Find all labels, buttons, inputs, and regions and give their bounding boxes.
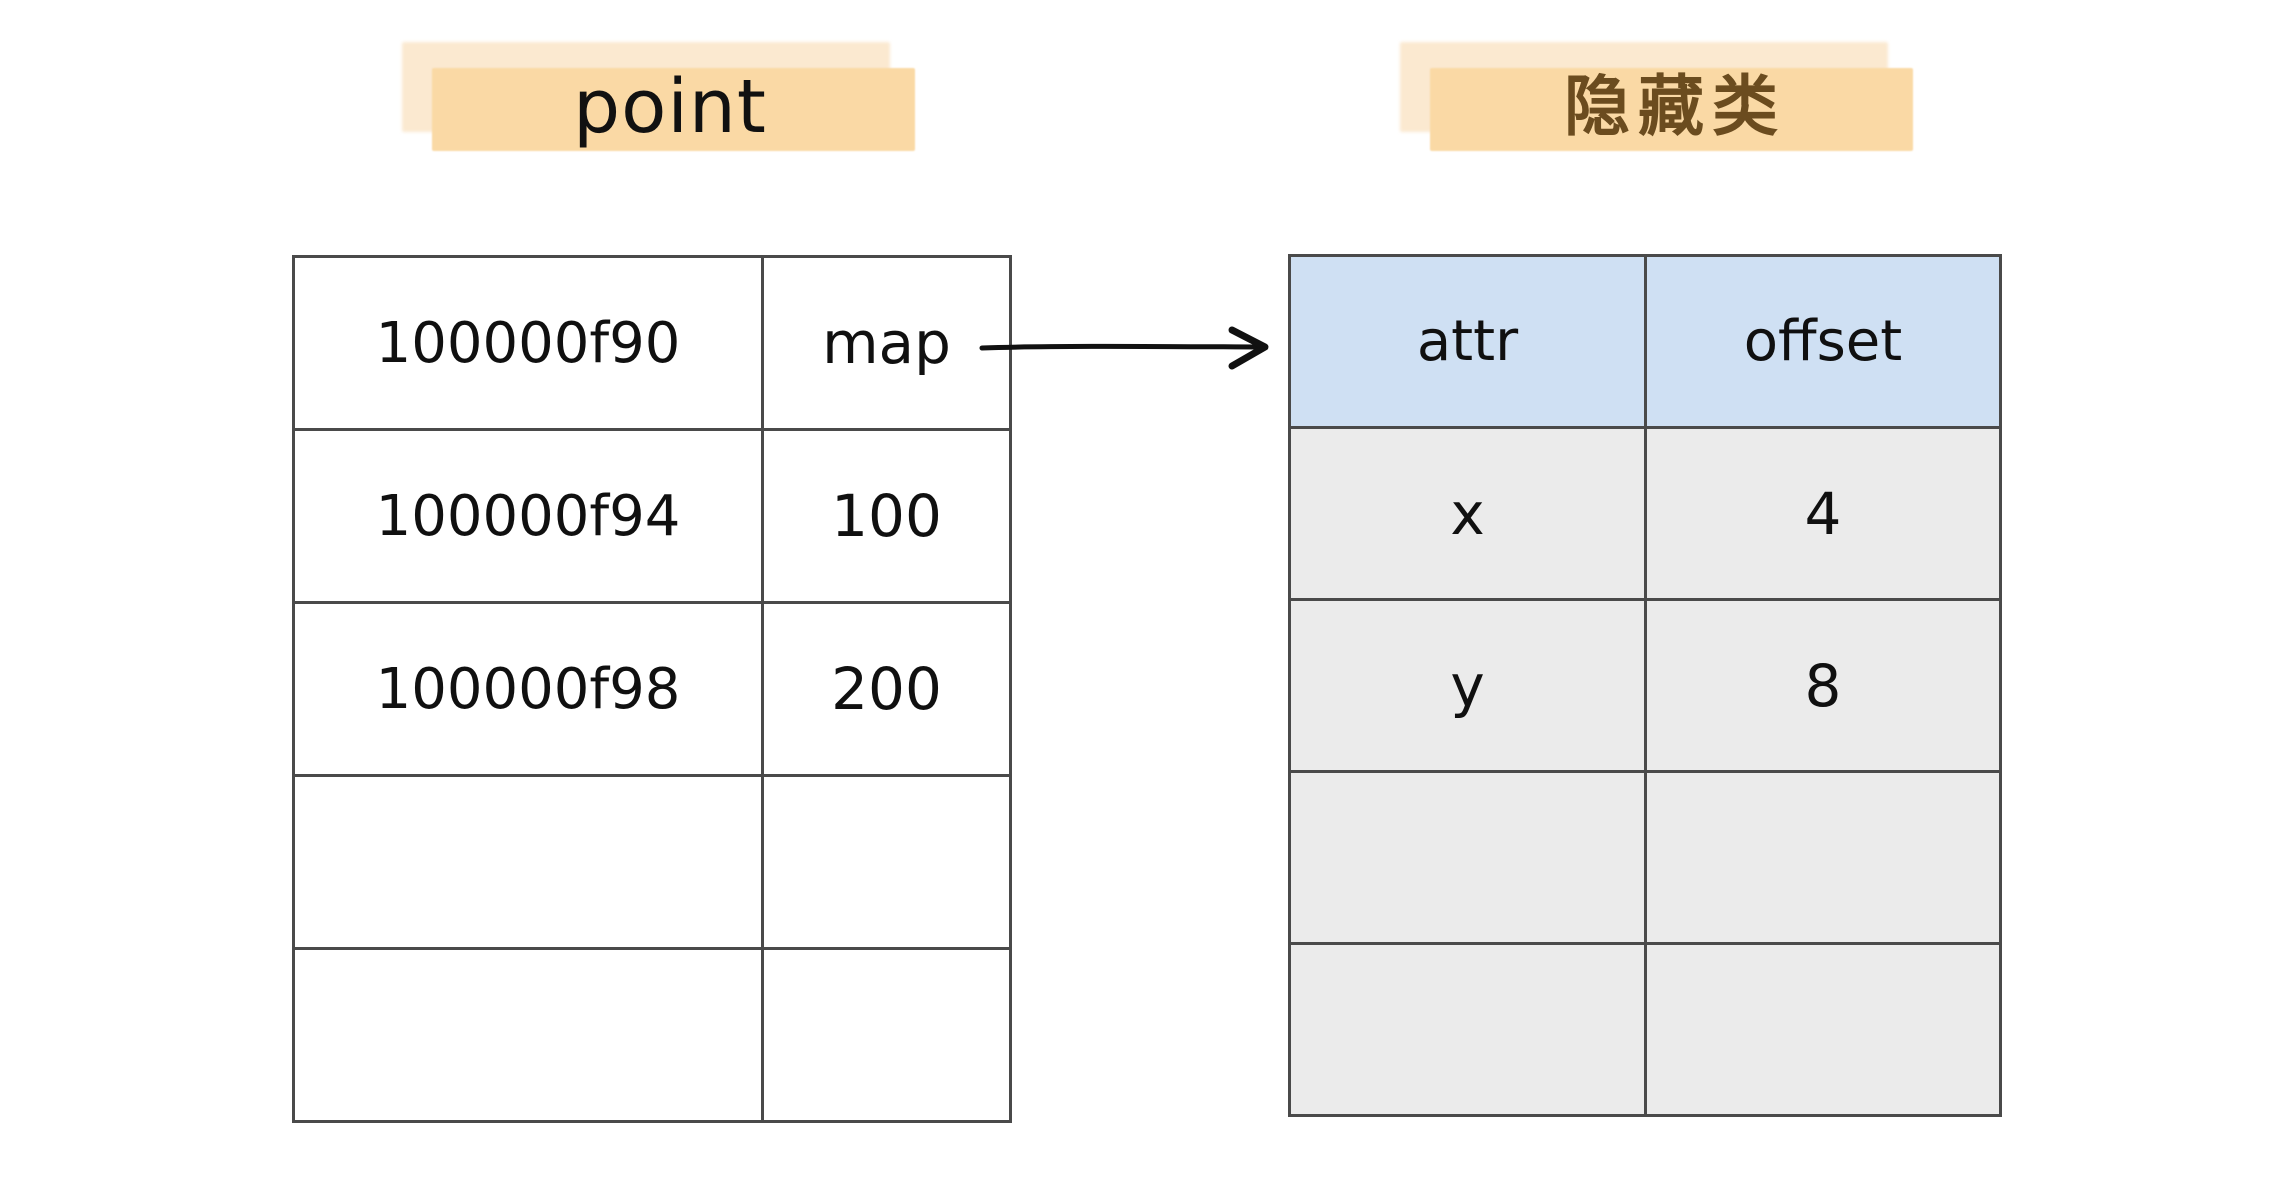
hidden-class-offset-cell: 8 [1644, 598, 2002, 773]
table-row: x 4 [1288, 426, 2002, 601]
hidden-class-label-text: 隐藏类 [1564, 68, 1786, 145]
table-row [1288, 942, 2002, 1117]
memory-value-cell: 100 [761, 428, 1012, 604]
memory-address-cell [292, 947, 764, 1123]
map-to-hidden-class-arrow [979, 326, 1269, 370]
memory-value-cell [761, 947, 1012, 1123]
memory-value-cell: 200 [761, 601, 1012, 777]
memory-table: 100000f90 map 100000f94 100 100000f98 20… [292, 255, 1012, 1123]
memory-value-cell: map [761, 255, 1012, 431]
hidden-class-offset-cell: 4 [1644, 426, 2002, 601]
table-row: 100000f90 map [292, 255, 1012, 431]
hidden-class-attr-cell [1288, 942, 1647, 1117]
diagram-canvas: point 隐藏类 100000f90 map 100000f94 100 10… [0, 0, 2284, 1183]
hidden-class-attr-cell: y [1288, 598, 1647, 773]
memory-address-cell: 100000f90 [292, 255, 764, 431]
table-row: 100000f94 100 [292, 428, 1012, 604]
hidden-class-offset-cell [1644, 942, 2002, 1117]
point-label-group: point [390, 30, 950, 160]
memory-address-cell: 100000f98 [292, 601, 764, 777]
table-header-row: attr offset [1288, 254, 2002, 429]
memory-address-cell: 100000f94 [292, 428, 764, 604]
memory-value-cell [761, 774, 1012, 950]
table-row [1288, 770, 2002, 945]
arrow-shaft [979, 343, 1263, 351]
hidden-class-table: attr offset x 4 y 8 [1288, 254, 2002, 1117]
hidden-class-header-attr: attr [1288, 254, 1647, 429]
point-label-text: point [573, 64, 767, 150]
table-row [292, 947, 1012, 1123]
table-row [292, 774, 1012, 950]
arrow-head-icon [1228, 326, 1269, 370]
hidden-class-attr-cell [1288, 770, 1647, 945]
table-row: y 8 [1288, 598, 2002, 773]
hidden-class-header-offset: offset [1644, 254, 2002, 429]
hidden-class-attr-cell: x [1288, 426, 1647, 601]
memory-address-cell [292, 774, 764, 950]
table-row: 100000f98 200 [292, 601, 1012, 777]
hidden-class-label-group: 隐藏类 [1390, 30, 1950, 160]
hidden-class-offset-cell [1644, 770, 2002, 945]
